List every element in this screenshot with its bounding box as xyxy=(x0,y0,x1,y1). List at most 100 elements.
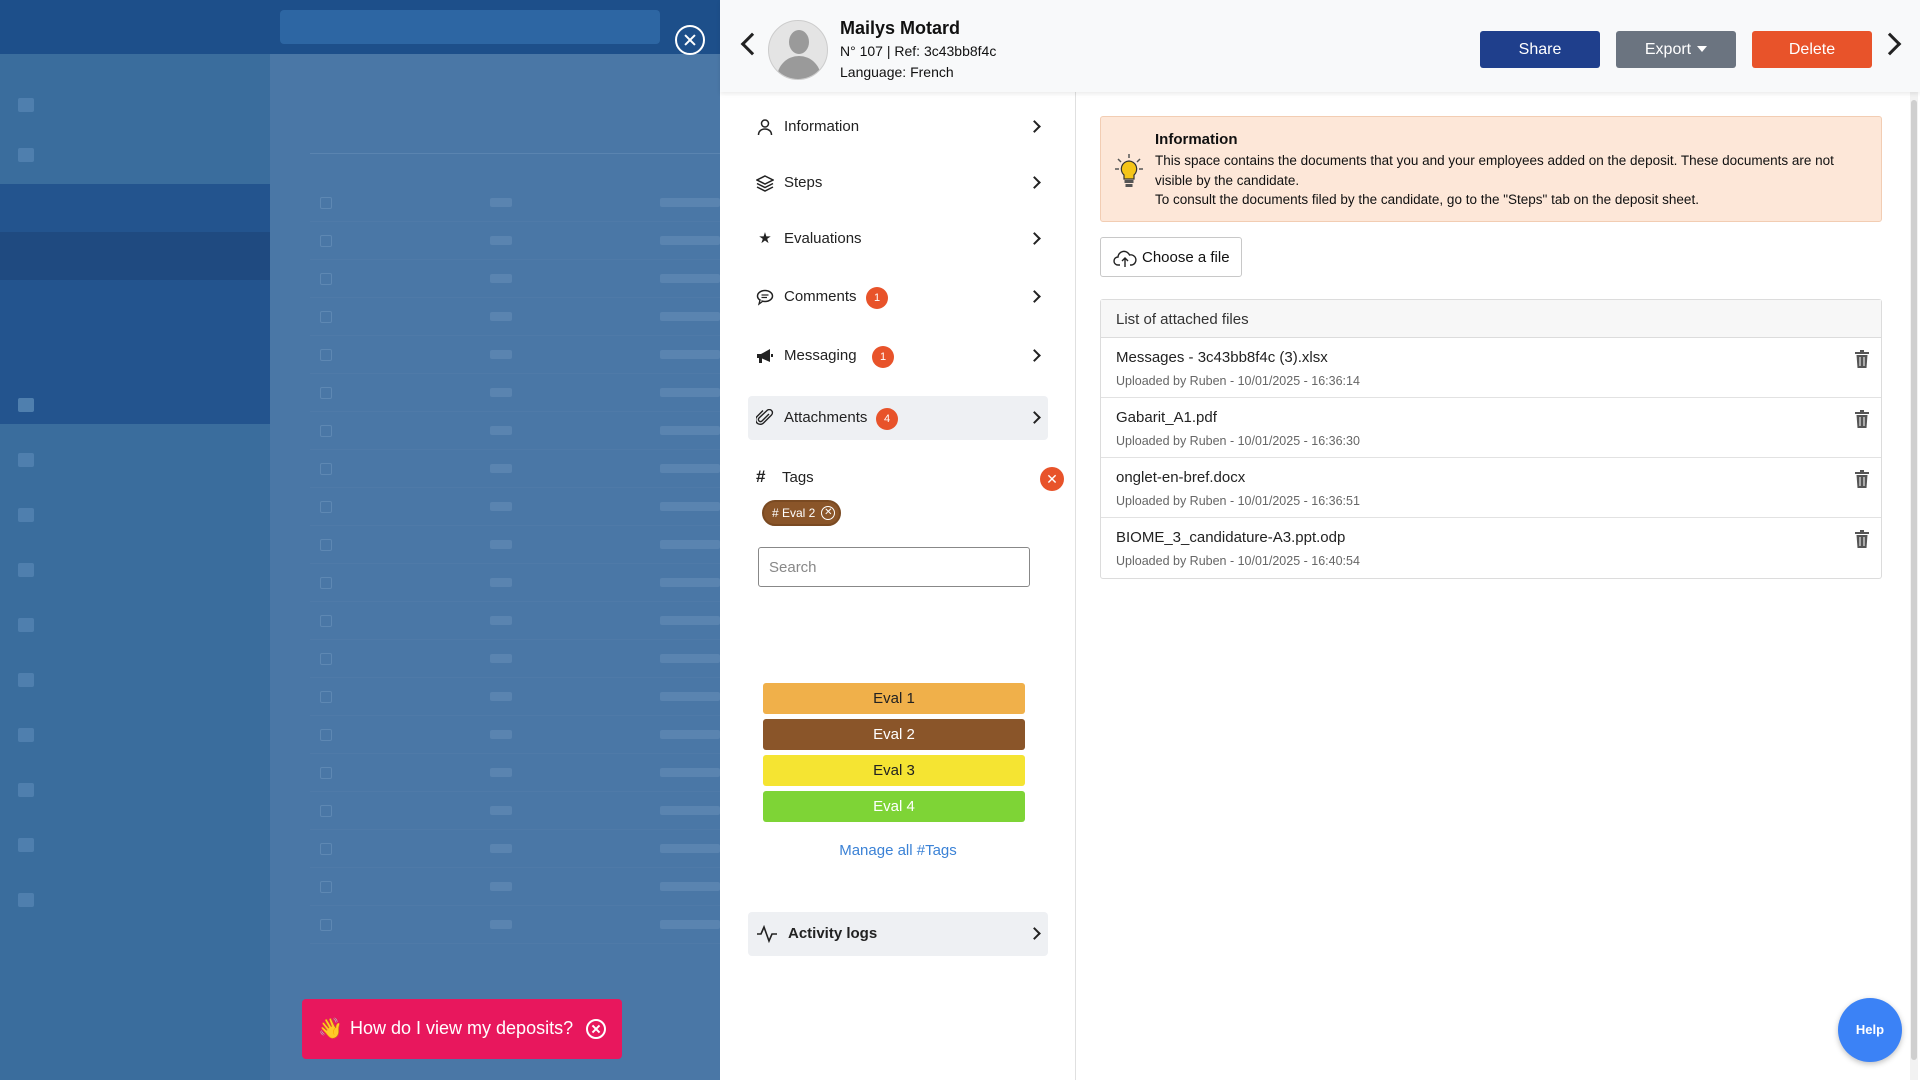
menu-item-label: Comments xyxy=(784,288,857,305)
close-overlay-button[interactable] xyxy=(675,25,705,55)
background-cell xyxy=(320,387,332,399)
background-sidebar-item xyxy=(0,824,270,866)
background-cell xyxy=(660,502,720,511)
help-button[interactable]: Help xyxy=(1838,998,1902,1062)
export-button[interactable]: Export xyxy=(1616,31,1736,68)
activity-pulse-icon xyxy=(756,924,777,944)
menu-item-steps[interactable]: Steps xyxy=(748,161,1048,205)
delete-button[interactable]: Delete xyxy=(1752,31,1872,68)
background-table-row xyxy=(310,526,720,564)
background-cell xyxy=(660,692,720,701)
selected-tag-label: # Eval 2 xyxy=(772,506,816,520)
file-row[interactable]: Messages - 3c43bb8f4c (3).xlsx Uploaded b… xyxy=(1101,338,1881,398)
attached-files-header: List of attached files xyxy=(1101,300,1881,338)
panel-scrollbar[interactable] xyxy=(1910,92,1918,1080)
background-cell xyxy=(320,425,332,437)
manage-tags-link[interactable]: Manage all #Tags xyxy=(720,842,1076,859)
background-sidebar-active xyxy=(0,232,270,280)
menu-item-messaging[interactable]: Messaging 1 xyxy=(748,334,1048,378)
background-cell xyxy=(660,464,720,473)
menu-item-label: Messaging xyxy=(784,347,857,364)
background-cell xyxy=(660,236,720,245)
share-button[interactable]: Share xyxy=(1480,31,1600,68)
background-cell xyxy=(490,844,512,853)
background-cell xyxy=(490,920,512,929)
menu-item-information[interactable]: Information xyxy=(748,105,1048,149)
remove-tag-icon[interactable]: ✕ xyxy=(821,506,836,520)
trash-icon[interactable] xyxy=(1855,470,1869,488)
background-cell xyxy=(320,615,332,627)
hashtag-icon: # xyxy=(756,467,766,486)
chevron-right-icon xyxy=(1028,176,1041,189)
background-cell xyxy=(660,844,720,853)
comment-icon xyxy=(756,288,774,306)
background-sidebar-item xyxy=(0,714,270,756)
file-row[interactable]: BIOME_3_candidature-A3.ppt.odp Uploaded b… xyxy=(1101,518,1881,578)
background-table-row xyxy=(310,450,720,488)
tag-option[interactable]: Eval 3 xyxy=(763,755,1025,786)
menu-item-attachments[interactable]: Attachments 4 xyxy=(748,396,1048,440)
tag-option[interactable]: Eval 1 xyxy=(763,683,1025,714)
file-row[interactable]: onglet-en-bref.docx Uploaded by Ruben - 1… xyxy=(1101,458,1881,518)
background-table-row xyxy=(310,488,720,526)
tag-option[interactable]: Eval 4 xyxy=(763,791,1025,822)
chevron-right-icon xyxy=(1028,411,1041,424)
background-cell xyxy=(660,578,720,587)
scrollbar-thumb[interactable] xyxy=(1911,100,1917,1060)
file-name[interactable]: onglet-en-bref.docx xyxy=(1116,469,1245,486)
file-upload-meta: Uploaded by Ruben - 10/01/2025 - 16:36:5… xyxy=(1116,494,1360,508)
background-table-row xyxy=(310,336,720,374)
trash-icon[interactable] xyxy=(1855,410,1869,428)
background-cell xyxy=(320,273,332,285)
info-text-line: To consult the documents filed by the ca… xyxy=(1155,192,1699,207)
background-cell xyxy=(660,540,720,549)
background-cell xyxy=(320,197,332,209)
background-cell xyxy=(320,349,332,361)
background-cell xyxy=(490,502,512,511)
trash-icon[interactable] xyxy=(1855,350,1869,368)
caret-down-icon xyxy=(1697,46,1708,52)
file-upload-meta: Uploaded by Ruben - 10/01/2025 - 16:40:5… xyxy=(1116,554,1360,568)
tags-label: Tags xyxy=(782,469,814,486)
next-candidate-arrow-icon[interactable] xyxy=(1878,32,1902,56)
file-name[interactable]: BIOME_3_candidature-A3.ppt.odp xyxy=(1116,529,1345,546)
attached-files-list: List of attached files Messages - 3c43bb… xyxy=(1100,299,1882,579)
menu-item-activity-logs[interactable]: Activity logs xyxy=(748,912,1048,956)
background-cell xyxy=(320,501,332,513)
file-name[interactable]: Messages - 3c43bb8f4c (3).xlsx xyxy=(1116,349,1328,366)
background-cell xyxy=(490,236,512,245)
background-cell xyxy=(490,388,512,397)
background-cell xyxy=(490,312,512,321)
clear-tags-button[interactable]: ✕ xyxy=(1040,467,1064,491)
background-table-row xyxy=(310,792,720,830)
menu-item-comments[interactable]: Comments 1 xyxy=(748,275,1048,319)
background-table-row xyxy=(310,298,720,336)
avatar xyxy=(768,20,828,80)
background-cell xyxy=(660,730,720,739)
background-cell xyxy=(320,729,332,741)
background-sidebar xyxy=(0,54,270,1080)
info-text: This space contains the documents that y… xyxy=(1155,151,1865,210)
close-icon[interactable] xyxy=(586,1019,606,1039)
background-cell xyxy=(660,426,720,435)
help-toast[interactable]: 👋 How do I view my deposits? xyxy=(302,999,622,1059)
file-name[interactable]: Gabarit_A1.pdf xyxy=(1116,409,1217,426)
file-row[interactable]: Gabarit_A1.pdf Uploaded by Ruben - 10/01/… xyxy=(1101,398,1881,458)
menu-item-label: Steps xyxy=(784,174,823,191)
background-table-row xyxy=(310,602,720,640)
paperclip-icon xyxy=(754,408,774,427)
background-table-row xyxy=(310,222,720,260)
background-cell xyxy=(660,350,720,359)
choose-file-button[interactable]: Choose a file xyxy=(1100,237,1242,277)
tag-option[interactable]: Eval 2 xyxy=(763,719,1025,750)
background-table-row xyxy=(310,374,720,412)
background-sidebar-item xyxy=(0,879,270,921)
menu-item-evaluations[interactable]: ★ Evaluations xyxy=(748,217,1048,261)
previous-candidate-arrow-icon[interactable] xyxy=(740,32,764,56)
background-cell xyxy=(490,464,512,473)
background-sidebar-item xyxy=(0,494,270,536)
background-table-row xyxy=(310,412,720,450)
tag-search-input[interactable] xyxy=(758,547,1030,587)
trash-icon[interactable] xyxy=(1855,530,1869,548)
background-sidebar-item xyxy=(0,439,270,481)
